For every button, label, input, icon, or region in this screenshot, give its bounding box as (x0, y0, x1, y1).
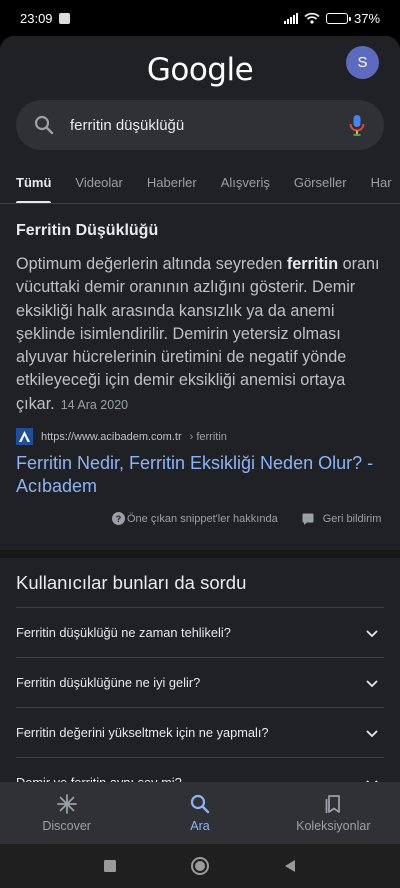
wifi-icon (304, 12, 320, 24)
source-path: › ferritin (189, 430, 227, 443)
notification-icon (58, 12, 70, 24)
search-icon (34, 115, 54, 135)
status-time: 23:09 (20, 10, 53, 26)
nav-search[interactable]: Ara (133, 782, 266, 844)
account-avatar[interactable]: S (346, 46, 379, 79)
tab-news[interactable]: Haberler (147, 162, 197, 203)
recents-square-icon[interactable] (103, 859, 117, 873)
snippet-title: Ferritin Düşüklüğü (16, 222, 159, 239)
battery-percent: 37% (353, 10, 380, 26)
help-icon[interactable]: ? (112, 512, 125, 525)
featured-snippet: Ferritin Düşüklüğü Optimum değerlerin al… (0, 206, 400, 546)
tab-videos[interactable]: Videolar (75, 162, 122, 203)
snippet-date: 14 Ara 2020 (60, 397, 129, 412)
paa-title: Kullanıcılar bunları da sordu (16, 572, 247, 593)
microphone-icon[interactable] (346, 113, 368, 137)
collections-icon (325, 795, 341, 813)
status-bar: 23:09 37% (0, 0, 400, 36)
search-tabs: Tümü Videolar Haberler Alışveriş Görsell… (0, 162, 400, 204)
back-triangle-icon[interactable] (283, 859, 297, 873)
search-icon (190, 794, 210, 814)
signal-icon (283, 12, 298, 24)
paa-question[interactable]: Ferritin değerini yükseltmek için ne yap… (16, 707, 384, 757)
snippet-footer: ? Öne çıkan snippet'ler hakkında Geri bi… (112, 512, 381, 525)
tab-maps[interactable]: Har (371, 162, 392, 203)
paa-question[interactable]: Ferritin düşüklüğü ne zaman tehlikeli? (16, 607, 384, 657)
search-query[interactable]: ferritin düşüklüğü (70, 117, 346, 134)
chevron-down-icon (366, 729, 378, 737)
battery-icon (325, 12, 351, 24)
source-url: https://www.acibadem.com.tr (41, 430, 182, 443)
feedback-icon[interactable] (302, 513, 314, 525)
about-snippets-link[interactable]: Öne çıkan snippet'ler hakkında (127, 513, 278, 525)
system-navigation-bar (0, 844, 400, 888)
nav-discover[interactable]: Discover (0, 782, 133, 844)
chevron-down-icon (366, 679, 378, 687)
result-source[interactable]: https://www.acibadem.com.tr › ferritin (16, 428, 227, 445)
section-divider (0, 550, 400, 558)
feedback-link[interactable]: Geri bildirim (323, 513, 382, 525)
acibadem-favicon-icon (16, 428, 33, 445)
search-box[interactable]: ferritin düşüklüğü (16, 100, 384, 150)
tab-shopping[interactable]: Alışveriş (221, 162, 270, 203)
snippet-text: Optimum değerlerin altında seyreden ferr… (16, 255, 380, 413)
google-logo: Google (146, 52, 254, 88)
tab-images[interactable]: Görseller (294, 162, 347, 203)
nav-collections[interactable]: Koleksiyonlar (267, 782, 400, 844)
home-circle-icon[interactable] (190, 856, 210, 876)
bottom-navigation: Discover Ara Koleksiyonlar (0, 782, 400, 844)
paa-question[interactable]: Ferritin düşüklüğüne ne iyi gelir? (16, 657, 384, 707)
tab-all[interactable]: Tümü (16, 162, 52, 203)
result-link[interactable]: Ferritin Nedir, Ferritin Eksikliği Neden… (16, 452, 388, 498)
google-app: Google S ferritin düşüklüğü Tümü Videola… (0, 36, 400, 836)
chevron-down-icon (366, 629, 378, 637)
asterisk-icon (56, 794, 77, 814)
